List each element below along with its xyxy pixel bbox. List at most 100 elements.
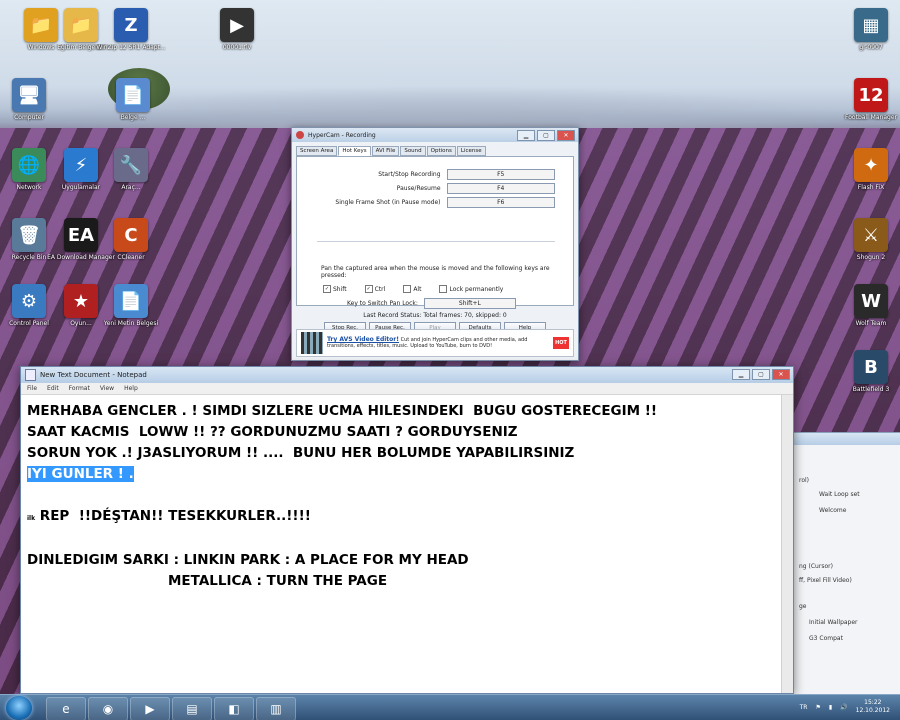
- start-button[interactable]: [6, 696, 32, 720]
- desktop-icon-label: Computer: [14, 114, 44, 121]
- minimize-icon[interactable]: ▁: [732, 369, 750, 380]
- checkbox-icon: ✓: [323, 285, 331, 293]
- network-tray-icon[interactable]: ▮: [829, 704, 832, 711]
- ad-link[interactable]: Try AVS Video Editor!: [327, 336, 399, 343]
- bg-window-option[interactable]: Wait Loop set: [819, 491, 860, 498]
- language-indicator[interactable]: TR: [800, 704, 808, 711]
- menu-edit[interactable]: Edit: [47, 385, 59, 392]
- right-app-icon-1: ▦: [854, 8, 888, 42]
- taskbar-ie-button[interactable]: e: [46, 697, 86, 720]
- bg-window-option[interactable]: Initial Wallpaper: [809, 619, 858, 626]
- pan-checkbox-ctrl[interactable]: ✓ Ctrl: [364, 285, 385, 293]
- tab-license[interactable]: License: [456, 146, 486, 156]
- control-panel-icon: ⚙: [12, 284, 46, 318]
- desktop-shortcut[interactable]: 12 Football Manager: [836, 78, 900, 122]
- desktop-shortcut[interactable]: C CCleaner: [96, 218, 166, 262]
- hot-badge: HOT: [553, 337, 569, 349]
- desktop-icon-label: Araç...: [121, 184, 141, 191]
- taskbar-media-button[interactable]: ▶: [130, 697, 170, 720]
- notepad-scrollbar[interactable]: [781, 395, 793, 693]
- desktop-shortcut[interactable]: ▦ gr-0907: [836, 8, 900, 52]
- bg-window-option[interactable]: G3 Compat: [809, 635, 843, 642]
- hypercam-tabs: Screen Area Hot Keys AVI File Sound Options L…: [292, 142, 578, 156]
- record-status: Last Record Status: Total frames: 70, sk…: [363, 312, 507, 319]
- avs-ad-banner[interactable]: Try AVS Video Editor! Cut and join Hyper…: [296, 329, 574, 357]
- hotkey-row-pause: Pause/Resume F4: [305, 183, 555, 194]
- notepad-menubar: File Edit Format View Help: [21, 383, 793, 395]
- hotkey-field[interactable]: F5: [446, 169, 555, 180]
- system-tray: TR ⚑ ▮ 🔊 15:22 12.10.2012: [800, 699, 890, 715]
- desktop-icon-label: gr-0907: [859, 44, 883, 51]
- background-window-titlebar[interactable]: [793, 433, 900, 445]
- pan-checkbox-alt[interactable]: Alt: [403, 285, 421, 293]
- tab-screen-area[interactable]: Screen Area: [296, 146, 338, 156]
- checkbox-label: Alt: [413, 285, 422, 293]
- shortcut-icon: ⚡: [64, 148, 98, 182]
- tab-avi-file[interactable]: AVI File: [371, 146, 400, 156]
- maximize-icon[interactable]: ▢: [752, 369, 770, 380]
- tab-options[interactable]: Options: [426, 146, 456, 156]
- desktop-shortcut[interactable]: Z WinZip 12 SR1 Adapt...: [96, 8, 166, 52]
- hypercam-titlebar[interactable]: HyperCam - Recording ▁ ▢ ✕: [292, 128, 578, 142]
- hypercam-window-controls: ▁ ▢ ✕: [517, 130, 575, 141]
- tab-sound[interactable]: Sound: [400, 146, 426, 156]
- taskbar-firefox-button[interactable]: ◉: [88, 697, 128, 720]
- right-app-icon-4: ⚔: [854, 218, 888, 252]
- network-icon: 🌐: [12, 148, 46, 182]
- background-settings-window[interactable]: rol) Wait Loop set Welcome ng (Cursor) f…: [792, 432, 900, 696]
- taskbar-hypercam-button[interactable]: ◧: [214, 697, 254, 720]
- taskbar-files-button[interactable]: ▤: [172, 697, 212, 720]
- pan-checkbox-shift[interactable]: ✓ Shift: [323, 285, 347, 293]
- bg-window-text: rol): [799, 477, 810, 484]
- hotkey-label: Pause/Resume: [396, 185, 441, 192]
- desktop-icon-label: Flash FiX: [857, 184, 885, 191]
- maximize-icon[interactable]: ▢: [537, 130, 555, 141]
- menu-format[interactable]: Format: [69, 385, 90, 392]
- bg-window-option[interactable]: Welcome: [819, 507, 846, 514]
- minimize-icon[interactable]: ▁: [517, 130, 535, 141]
- menu-file[interactable]: File: [27, 385, 37, 392]
- desktop: 📁 Windows 📁 Eğitim Belgeleri Z WinZip 12 SR1 …: [0, 0, 900, 720]
- close-icon[interactable]: ✕: [557, 130, 575, 141]
- notepad-window[interactable]: New Text Document - Notepad ▁ ▢ ✕ File Ed…: [20, 366, 794, 694]
- menu-help[interactable]: Help: [124, 385, 138, 392]
- desktop-shortcut[interactable]: B Battlefield 3: [836, 350, 900, 394]
- desktop-shortcut[interactable]: ⚔ Shogun 2: [836, 218, 900, 262]
- desktop-icon-label: Wolf Team: [855, 320, 887, 327]
- pan-hint-text: Pan the captured area when the mouse is …: [321, 265, 550, 279]
- desktop-shortcut[interactable]: W Wolf Team: [836, 284, 900, 328]
- desktop-icon-label: Yeni Metin Belgesi: [103, 320, 159, 327]
- desktop-shortcut[interactable]: ▶ 00001.flv: [202, 8, 272, 52]
- flag-icon[interactable]: ⚑: [815, 704, 820, 711]
- pan-checkbox-lock-permanently[interactable]: Lock permanently: [439, 285, 503, 293]
- game-icon: ★: [64, 284, 98, 318]
- desktop-shortcut[interactable]: ✦ Flash FiX: [836, 148, 900, 192]
- clock[interactable]: 15:22 12.10.2012: [856, 699, 890, 715]
- volume-icon[interactable]: 🔊: [840, 704, 847, 711]
- bg-window-text: ge: [799, 603, 807, 610]
- divider: [317, 241, 555, 242]
- close-icon[interactable]: ✕: [772, 369, 790, 380]
- folder-icon: 📁: [64, 8, 98, 42]
- hotkey-field[interactable]: F4: [446, 183, 555, 194]
- hypercam-window[interactable]: HyperCam - Recording ▁ ▢ ✕ Screen Area Ho…: [291, 127, 579, 361]
- hotkey-field[interactable]: F6: [446, 197, 555, 208]
- desktop-shortcut[interactable]: 📄 Yeni Metin Belgesi: [96, 284, 166, 328]
- recycle-bin-icon: 🗑: [12, 218, 46, 252]
- taskbar-notepad-button[interactable]: ▥: [256, 697, 296, 720]
- desktop-shortcut[interactable]: 🖥 Computer: [0, 78, 64, 122]
- pan-lock-switch: Key to Switch Pan Lock: Shift+L: [347, 298, 516, 309]
- right-app-icon-6: B: [854, 350, 888, 384]
- desktop-shortcut[interactable]: 🔧 Araç...: [96, 148, 166, 192]
- desktop-icon-label: Belge ...: [120, 114, 146, 121]
- tab-hot-keys[interactable]: Hot Keys: [338, 146, 371, 156]
- notepad-text-area[interactable]: MERHABA GENCLER . ! SIMDI SIZLERE UCMA H…: [21, 395, 793, 592]
- menu-view[interactable]: View: [100, 385, 114, 392]
- clock-time: 15:22: [864, 699, 882, 706]
- notepad-titlebar[interactable]: New Text Document - Notepad ▁ ▢ ✕: [21, 367, 793, 383]
- hotkey-label: Single Frame Shot (in Pause mode): [335, 199, 441, 206]
- computer-icon: 🖥: [12, 78, 46, 112]
- pan-lock-field[interactable]: Shift+L: [423, 298, 516, 309]
- desktop-shortcut[interactable]: 📄 Belge ...: [98, 78, 168, 122]
- clock-date: 12.10.2012: [855, 707, 890, 714]
